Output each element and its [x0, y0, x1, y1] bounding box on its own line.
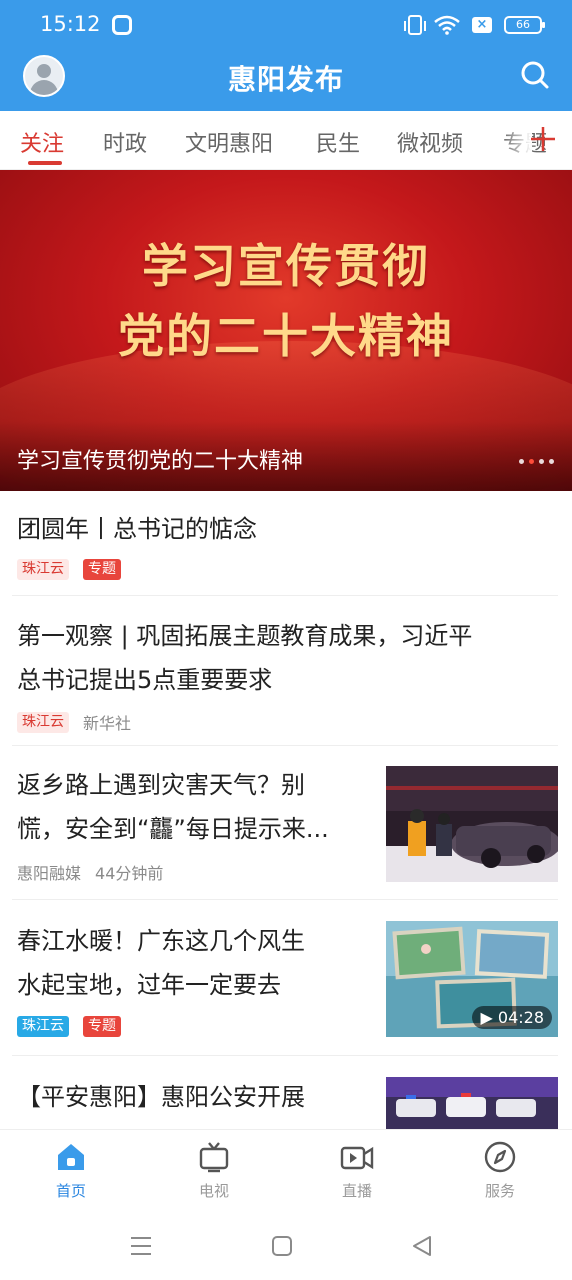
carousel-dot [539, 459, 544, 464]
category-tabs: 关注 时政 文明惠阳 民生 微视频 专题 [0, 111, 572, 170]
news-title-line1: 春江水暖！广东这几个风生 [17, 927, 305, 955]
news-time: 44分钟前 [95, 864, 164, 883]
tab-livelihood[interactable]: 民生 [316, 126, 360, 158]
source-tag: 珠江云 [17, 559, 69, 580]
vibrate-icon [404, 15, 426, 35]
source-tag: 珠江云 [17, 1016, 69, 1037]
app-header: 15:12 × 66 惠阳发布 [0, 0, 572, 111]
rescue-scene-image [386, 766, 558, 882]
video-thumbnail[interactable]: ▶ 04:28 [386, 921, 558, 1037]
news-title-line2: 慌，安全到“龘”每日提示来... [17, 815, 329, 843]
nav-label: 电视 [198, 1182, 229, 1200]
news-item[interactable]: 返乡路上遇到灾害天气？别 慌，安全到“龘”每日提示来... 惠阳融媒 44分钟前 [12, 746, 558, 900]
carousel-indicator [519, 459, 554, 464]
featured-banner[interactable]: 学习宣传贯彻 党的二十大精神 学习宣传贯彻党的二十大精神 [0, 170, 572, 491]
news-list: 团圆年丨总书记的惦念 珠江云 专题 第一观察 | 巩固拓展主题教育成果，习近平 … [0, 491, 572, 1129]
tab-civilization[interactable]: 文明惠阳 [185, 126, 273, 158]
news-source: 新华社 [83, 714, 132, 733]
nav-label: 直播 [341, 1182, 372, 1200]
carousel-dot-active [529, 459, 534, 464]
menu-icon[interactable] [129, 1235, 153, 1257]
news-title: 团圆年丨总书记的惦念 [17, 515, 257, 543]
news-thumbnail [386, 1077, 558, 1129]
add-channel-button[interactable] [528, 121, 558, 157]
battery-icon: 66 [504, 16, 545, 34]
search-icon[interactable] [520, 60, 550, 90]
active-tab-indicator [28, 161, 62, 165]
police-cars-image [386, 1077, 558, 1129]
banner-headline-line2: 党的二十大精神 [118, 309, 454, 363]
tab-politics[interactable]: 时政 [103, 126, 147, 158]
wifi-icon [434, 15, 460, 35]
news-title-line1: 返乡路上遇到灾害天气？别 [17, 771, 305, 799]
plus-icon [531, 127, 555, 151]
news-title-line2: 总书记提出5点重要要求 [17, 666, 273, 694]
tab-follow[interactable]: 关注 [20, 126, 64, 158]
source-tag: 珠江云 [17, 711, 69, 733]
nav-services[interactable]: 服务 [460, 1140, 540, 1201]
banner-headline-line1: 学习宣传贯彻 [142, 239, 430, 293]
tv-icon [199, 1142, 229, 1173]
live-video-icon [340, 1146, 374, 1170]
news-item[interactable]: 第一观察 | 巩固拓展主题教育成果，习近平 总书记提出5点重要要求 珠江云 新华… [12, 596, 558, 746]
nav-tv[interactable]: 电视 [174, 1140, 254, 1201]
bottom-navigation: 首页 电视 直播 服务 [0, 1129, 572, 1215]
home-square-icon[interactable] [271, 1235, 293, 1257]
banner-caption: 学习宣传贯彻党的二十大精神 [17, 449, 304, 474]
carousel-dot [519, 459, 524, 464]
news-title-line2: 水起宝地，过年一定要去 [17, 971, 281, 999]
video-duration: ▶ 04:28 [472, 1006, 552, 1029]
news-item[interactable]: 春江水暖！广东这几个风生 水起宝地，过年一定要去 珠江云 专题 ▶ 04:28 [12, 900, 558, 1056]
back-icon[interactable] [411, 1235, 433, 1257]
nav-label: 首页 [55, 1182, 86, 1200]
notification-app-icon [112, 15, 132, 35]
news-item[interactable]: 【平安惠阳】惠阳公安开展 [12, 1056, 558, 1129]
home-icon [58, 1144, 84, 1170]
nav-home[interactable]: 首页 [31, 1140, 111, 1201]
status-bar: 15:12 × 66 [0, 0, 572, 50]
topic-tag: 专题 [83, 1016, 121, 1037]
news-title-line1: 第一观察 | 巩固拓展主题教育成果，习近平 [17, 622, 473, 650]
news-thumbnail [386, 766, 558, 882]
compass-icon [484, 1141, 516, 1173]
nav-label: 服务 [484, 1182, 515, 1200]
tab-micro-video[interactable]: 微视频 [397, 126, 463, 158]
news-source: 惠阳融媒 [17, 864, 82, 883]
status-time: 15:12 [40, 12, 101, 36]
page-title: 惠阳发布 [227, 63, 344, 96]
no-sim-icon: × [472, 17, 492, 33]
status-icons: × 66 [404, 12, 545, 38]
news-item[interactable]: 团圆年丨总书记的惦念 珠江云 专题 [12, 491, 558, 596]
nav-live[interactable]: 直播 [317, 1140, 397, 1201]
system-navigation-bar [0, 1215, 572, 1280]
news-title-line1: 【平安惠阳】惠阳公安开展 [17, 1083, 305, 1111]
carousel-dot [549, 459, 554, 464]
topic-tag: 专题 [83, 559, 121, 580]
play-icon: ▶ [480, 1008, 493, 1027]
